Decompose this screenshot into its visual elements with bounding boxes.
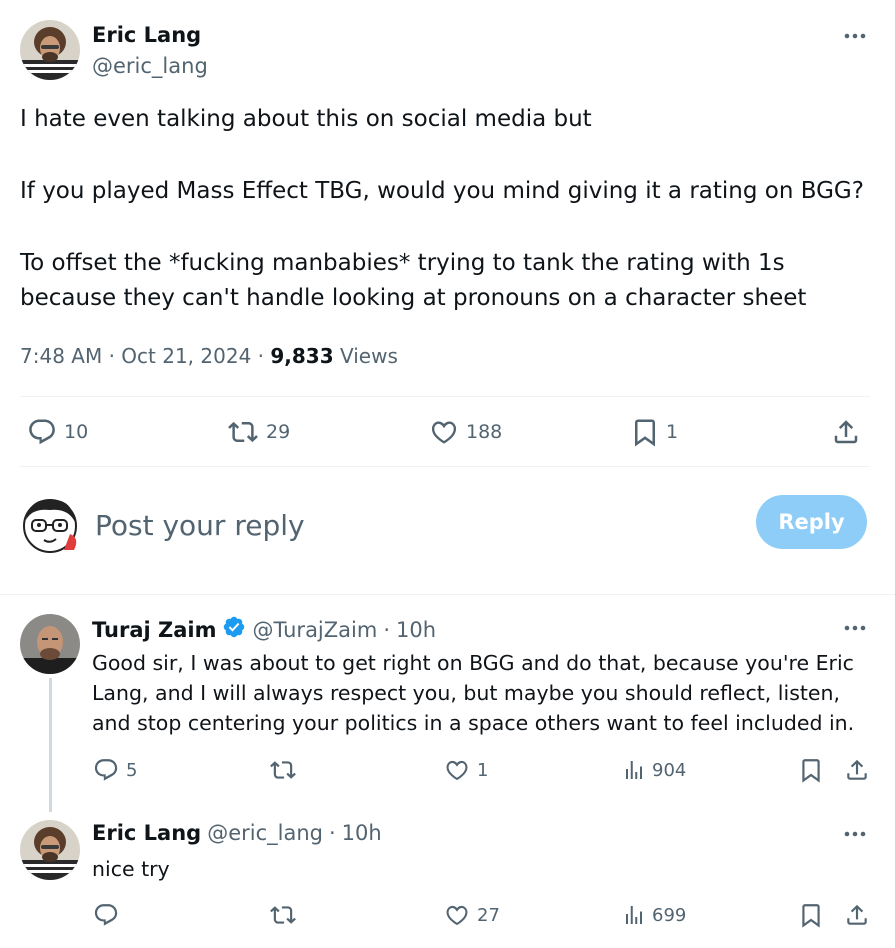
reply-author-name[interactable]: Turaj Zaim bbox=[92, 618, 216, 642]
meta-separator: · bbox=[383, 617, 391, 642]
reply-author-avatar[interactable] bbox=[20, 820, 80, 880]
author-name[interactable]: Eric Lang bbox=[92, 23, 201, 47]
reply-author-name[interactable]: Eric Lang bbox=[92, 821, 201, 845]
repost-icon bbox=[268, 757, 298, 783]
my-avatar[interactable] bbox=[20, 492, 80, 556]
like-icon bbox=[443, 757, 471, 783]
tweet-metadata: 7:48 AM · Oct 21, 2024 · 9,833 Views bbox=[20, 344, 398, 368]
reply-header: Eric Lang @eric_lang · 10h bbox=[92, 821, 382, 845]
views-icon bbox=[622, 757, 646, 783]
author-handle[interactable]: @eric_lang bbox=[92, 54, 208, 78]
reply-header: Turaj Zaim @TurajZaim · 10h bbox=[92, 615, 436, 644]
share-button[interactable] bbox=[830, 417, 862, 447]
verified-icon bbox=[222, 615, 246, 644]
share-icon bbox=[844, 757, 870, 783]
more-icon[interactable] bbox=[840, 824, 870, 844]
share-icon bbox=[844, 902, 870, 928]
reply-icon bbox=[92, 757, 120, 783]
repost-count: 29 bbox=[266, 421, 291, 443]
like-icon bbox=[443, 902, 471, 928]
like-action[interactable]: 27 bbox=[443, 902, 500, 928]
views-count: 699 bbox=[652, 904, 687, 926]
share-button[interactable] bbox=[844, 902, 870, 928]
tweet-text-paragraph: I hate even talking about this on social… bbox=[20, 106, 592, 132]
reply-author-avatar[interactable] bbox=[20, 614, 80, 674]
like-count: 188 bbox=[466, 421, 503, 443]
divider bbox=[20, 396, 870, 397]
like-action[interactable]: 1 bbox=[443, 757, 488, 783]
like-action[interactable]: 188 bbox=[428, 417, 502, 447]
reply-button[interactable]: Reply bbox=[756, 495, 867, 549]
bookmark-icon bbox=[630, 417, 660, 447]
repost-action[interactable]: 29 bbox=[226, 417, 290, 447]
meta-separator: · bbox=[257, 344, 265, 368]
more-icon[interactable] bbox=[840, 618, 870, 638]
reply-count: 10 bbox=[64, 421, 89, 443]
divider bbox=[20, 466, 870, 467]
tweet-text-paragraph: To offset the *fucking manbabies* trying… bbox=[20, 250, 807, 311]
bookmark-action[interactable] bbox=[798, 757, 824, 783]
reply-count: 5 bbox=[126, 759, 138, 781]
share-icon bbox=[830, 417, 862, 447]
repost-action[interactable] bbox=[268, 902, 298, 928]
reply-text: nice try bbox=[92, 857, 170, 881]
reply-author-handle[interactable]: @TurajZaim bbox=[252, 618, 377, 642]
share-button[interactable] bbox=[844, 757, 870, 783]
meta-separator: · bbox=[108, 344, 115, 368]
reply-author-handle[interactable]: @eric_lang bbox=[207, 821, 323, 845]
tweet-time[interactable]: 7:48 AM bbox=[20, 344, 102, 368]
reply-icon bbox=[26, 417, 58, 447]
views-action[interactable]: 904 bbox=[622, 757, 686, 783]
like-count: 1 bbox=[477, 759, 489, 781]
reply-icon bbox=[92, 902, 120, 928]
thread-connector-line bbox=[49, 678, 52, 812]
meta-separator: · bbox=[328, 821, 336, 845]
reply-action[interactable]: 10 bbox=[26, 417, 88, 447]
views-label: Views bbox=[340, 344, 398, 368]
views-count: 9,833 bbox=[270, 344, 334, 368]
repost-icon bbox=[226, 417, 260, 447]
repost-icon bbox=[268, 902, 298, 928]
like-icon bbox=[428, 417, 460, 447]
reply-action[interactable]: 5 bbox=[92, 757, 137, 783]
views-count: 904 bbox=[652, 759, 687, 781]
views-icon bbox=[622, 902, 646, 928]
bookmark-count: 1 bbox=[666, 421, 679, 443]
more-icon[interactable] bbox=[840, 26, 870, 46]
like-count: 27 bbox=[477, 904, 500, 926]
bookmark-action[interactable]: 1 bbox=[630, 417, 678, 447]
reply-action[interactable] bbox=[92, 902, 120, 928]
divider bbox=[0, 594, 895, 595]
author-avatar[interactable] bbox=[20, 20, 80, 80]
bookmark-icon bbox=[798, 902, 824, 928]
tweet-text-paragraph: If you played Mass Effect TBG, would you… bbox=[20, 178, 864, 204]
bookmark-icon bbox=[798, 757, 824, 783]
reply-time[interactable]: 10h bbox=[342, 821, 382, 845]
bookmark-action[interactable] bbox=[798, 902, 824, 928]
reply-time[interactable]: 10h bbox=[396, 618, 436, 642]
reply-text: Good sir, I was about to get right on BG… bbox=[92, 651, 855, 735]
tweet-date[interactable]: Oct 21, 2024 bbox=[121, 344, 251, 368]
views-action[interactable]: 699 bbox=[622, 902, 686, 928]
reply-input[interactable] bbox=[95, 505, 595, 545]
repost-action[interactable] bbox=[268, 757, 298, 783]
